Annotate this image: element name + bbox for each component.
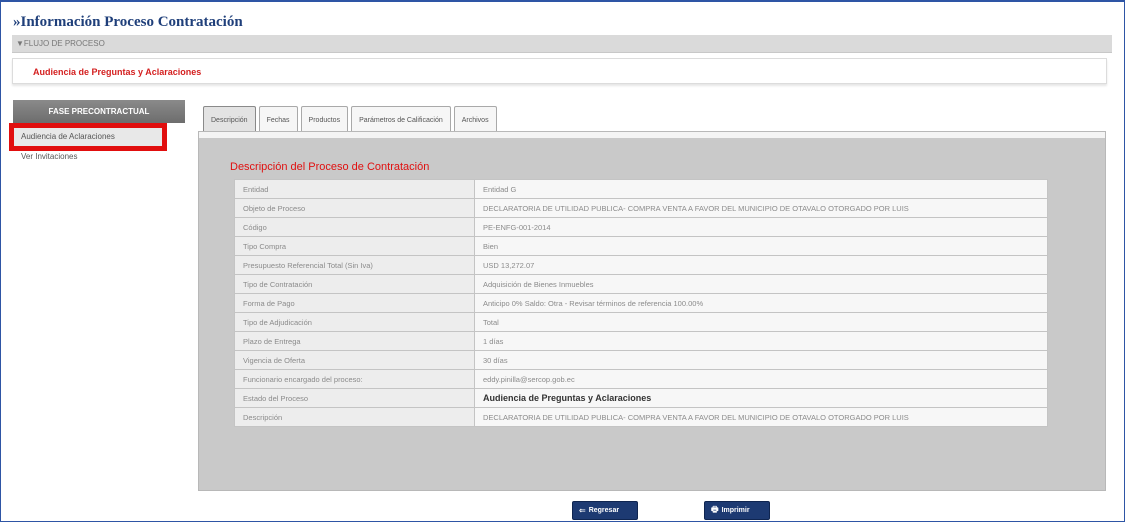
detail-value: PE-ENFG-001-2014	[474, 217, 1048, 237]
detail-value: USD 13,272.07	[474, 255, 1048, 275]
detail-value: Bien	[474, 236, 1048, 256]
detail-row: Tipo Compra Bien	[234, 236, 1048, 256]
detail-value: 30 días	[474, 350, 1048, 370]
page-title: »Información Proceso Contratación	[13, 14, 243, 30]
detail-value: Total	[474, 312, 1048, 332]
tab-archivos[interactable]: Archivos	[453, 106, 497, 132]
print-button-label: Imprimir	[721, 507, 750, 514]
detail-row: Plazo de Entrega 1 días	[234, 331, 1048, 351]
stage-label: Audiencia de Preguntas y Aclaraciones	[33, 67, 202, 77]
tab-strip	[199, 132, 1105, 138]
detail-label: Presupuesto Referencial Total (Sin Iva)	[234, 255, 475, 275]
back-button-label: Regresar	[588, 507, 620, 514]
detail-label: Entidad	[234, 179, 475, 199]
detail-label: Funcionario encargado del proceso:	[234, 369, 475, 389]
details-table: Entidad Entidad G Objeto de Proceso DECLARA…	[234, 179, 1048, 427]
detail-label: Estado del Proceso	[234, 388, 475, 408]
detail-row: Vigencia de Oferta 30 días	[234, 350, 1048, 370]
detail-label: Objeto de Proceso	[234, 198, 475, 218]
printer-icon: 🖶	[711, 504, 719, 514]
detail-value: Adquisición de Bienes Inmuebles	[474, 274, 1048, 294]
sidebar-item-audiencia-aclaraciones[interactable]: Audiencia de Aclaraciones	[9, 123, 167, 151]
detail-value: Audiencia de Preguntas y Aclaraciones	[474, 388, 1048, 408]
section-title: Descripción del Proceso de Contratación	[230, 161, 430, 173]
sidebar: FASE PRECONTRACTUAL Audiencia de Aclarac…	[9, 100, 185, 167]
sidebar-header: FASE PRECONTRACTUAL	[13, 100, 185, 123]
detail-row: Descripción DECLARATORIA DE UTILIDAD PUBL…	[234, 407, 1048, 427]
detail-row: Estado del Proceso Audiencia de Preguntas…	[234, 388, 1048, 408]
detail-label: Tipo de Adjudicación	[234, 312, 475, 332]
arrow-left-icon: ⇐	[579, 506, 586, 515]
detail-label: Descripción	[234, 407, 475, 427]
detail-label: Código	[234, 217, 475, 237]
detail-value: Entidad G	[474, 179, 1048, 199]
tab-fechas[interactable]: Fechas	[258, 106, 298, 132]
tab-bar: Descripción Fechas Productos Parámetros …	[203, 106, 500, 132]
detail-row: Presupuesto Referencial Total (Sin Iva) U…	[234, 255, 1048, 275]
detail-row: Objeto de Proceso DECLARATORIA DE UTILIDA…	[234, 198, 1048, 218]
tab-productos[interactable]: Productos	[300, 106, 349, 132]
tab-parametros-calificacion[interactable]: Parámetros de Calificación	[351, 106, 451, 132]
detail-row: Forma de Pago Anticipo 0% Saldo: Otra - R…	[234, 293, 1048, 313]
detail-label: Tipo Compra	[234, 236, 475, 256]
back-button[interactable]: ⇐ Regresar	[572, 501, 638, 520]
detail-label: Forma de Pago	[234, 293, 475, 313]
detail-value: 1 días	[474, 331, 1048, 351]
detail-label: Plazo de Entrega	[234, 331, 475, 351]
detail-row: Funcionario encargado del proceso: eddy.p…	[234, 369, 1048, 389]
detail-value: eddy.pinilla@sercop.gob.ec	[474, 369, 1048, 389]
detail-value: DECLARATORIA DE UTILIDAD PUBLICA- COMPRA…	[474, 198, 1048, 218]
sidebar-item-ver-invitaciones[interactable]: Ver Invitaciones	[13, 147, 185, 167]
tab-descripcion[interactable]: Descripción	[203, 106, 256, 132]
detail-value: DECLARATORIA DE UTILIDAD PUBLICA- COMPRA…	[474, 407, 1048, 427]
process-flow-toggle[interactable]: ▼FLUJO DE PROCESO	[12, 35, 1112, 53]
detail-row: Tipo de Adjudicación Total	[234, 312, 1048, 332]
detail-label: Vigencia de Oferta	[234, 350, 475, 370]
detail-row: Tipo de Contratación Adquisición de Biene…	[234, 274, 1048, 294]
print-button[interactable]: 🖶 Imprimir	[704, 501, 770, 520]
stage-bar: Audiencia de Preguntas y Aclaraciones	[12, 58, 1107, 84]
detail-value: Anticipo 0% Saldo: Otra - Revisar términ…	[474, 293, 1048, 313]
detail-label: Tipo de Contratación	[234, 274, 475, 294]
description-panel: Descripción del Proceso de Contratación …	[198, 131, 1106, 491]
detail-row: Entidad Entidad G	[234, 179, 1048, 199]
detail-row: Código PE-ENFG-001-2014	[234, 217, 1048, 237]
